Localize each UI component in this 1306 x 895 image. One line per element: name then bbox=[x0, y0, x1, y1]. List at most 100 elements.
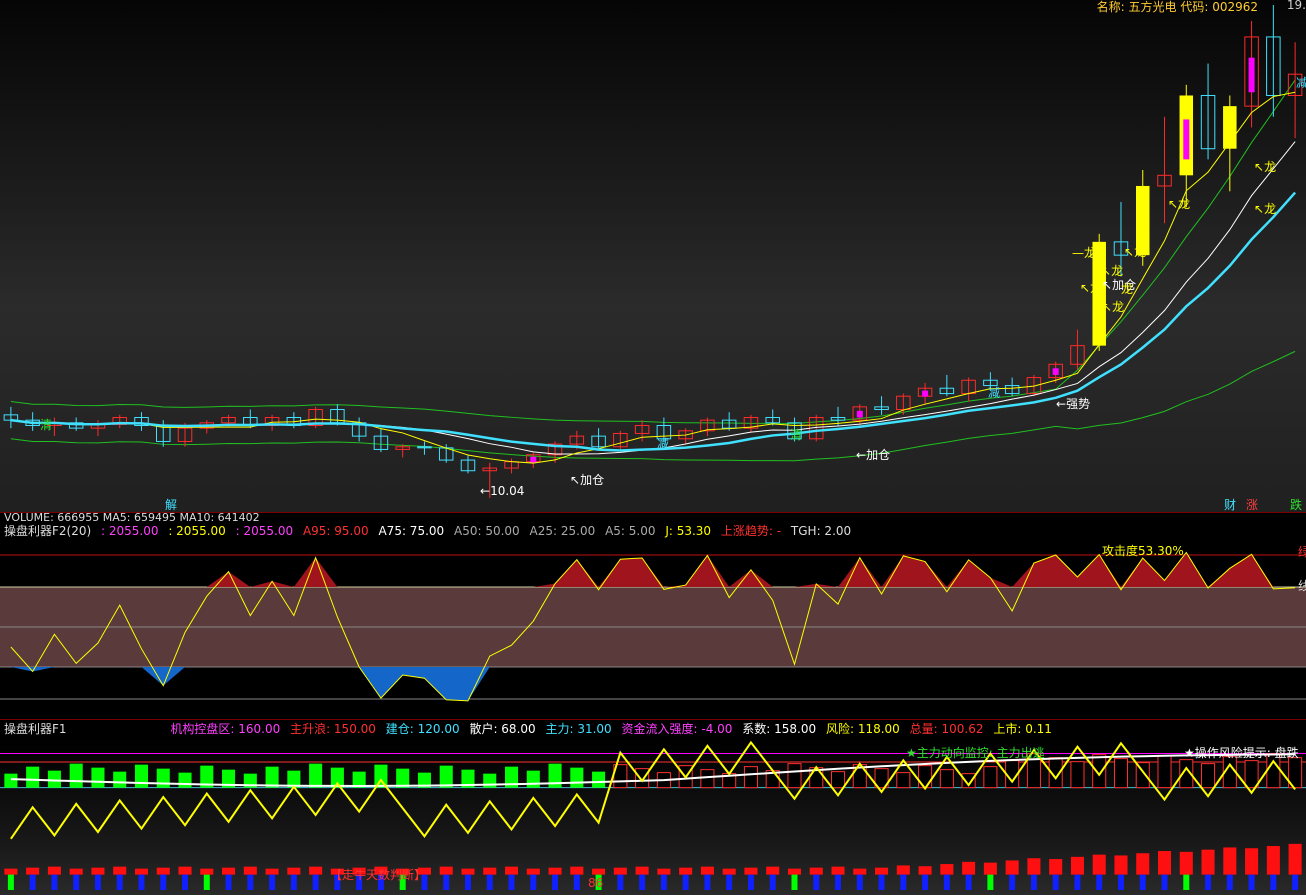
retail-bar bbox=[940, 864, 954, 875]
fund-bar bbox=[113, 771, 127, 788]
side-tag-finance[interactable]: 财 bbox=[1224, 498, 1236, 512]
fund-bar bbox=[134, 764, 149, 788]
main-bar bbox=[1205, 874, 1212, 890]
main-bar bbox=[1074, 874, 1081, 890]
main-bar bbox=[726, 874, 733, 890]
fund-bar bbox=[830, 771, 846, 789]
main-bar bbox=[1226, 874, 1233, 890]
fund-bar bbox=[570, 767, 584, 788]
weak-fill bbox=[0, 667, 1306, 701]
main-bar bbox=[464, 874, 471, 890]
signal-marker bbox=[922, 390, 929, 397]
retail-bar bbox=[47, 866, 61, 875]
f2-oscillator[interactable] bbox=[0, 541, 1306, 719]
main-bar bbox=[486, 874, 493, 890]
fund-bar bbox=[91, 767, 105, 788]
retail-bar bbox=[657, 868, 671, 875]
retail-bar bbox=[983, 862, 997, 875]
f1-risk: 风险: 118.00 bbox=[825, 722, 900, 736]
signal-label: 清 bbox=[790, 428, 803, 442]
signal-marker bbox=[1052, 368, 1059, 375]
retail-bar bbox=[287, 867, 301, 875]
retail-bar bbox=[483, 867, 497, 875]
retail-bar bbox=[504, 866, 519, 875]
price-high-label: 19. bbox=[1286, 0, 1306, 12]
f2-a50: A50: 50.00 bbox=[454, 524, 520, 538]
main-chart-pane[interactable]: 名称: 五方光电 代码: 002962 19. 清 减 清 减 解 ↖加仓 ←加… bbox=[0, 0, 1306, 512]
retail-bar bbox=[26, 867, 40, 875]
signal-marker bbox=[856, 410, 863, 418]
main-bar bbox=[51, 874, 58, 890]
retail-bar bbox=[200, 868, 214, 875]
f2-right-mid-label: 线 bbox=[1298, 579, 1306, 593]
side-tag-rise[interactable]: 涨 bbox=[1246, 498, 1258, 512]
right-edge-label: 减 bbox=[1296, 76, 1306, 90]
f1-total: 总量: 100.62 bbox=[909, 722, 984, 736]
retail-bar bbox=[613, 867, 627, 875]
dragon-label: ↖龙 bbox=[1102, 300, 1125, 314]
retail-bar bbox=[439, 866, 453, 875]
f1-main: 主力: 31.00 bbox=[545, 722, 612, 736]
main-bar bbox=[791, 874, 798, 890]
retail-bar bbox=[1157, 851, 1172, 875]
fund-bar bbox=[26, 766, 40, 788]
main-bar bbox=[813, 874, 820, 890]
retail-bar bbox=[134, 868, 149, 875]
retail-bar bbox=[722, 868, 736, 875]
fund-bar bbox=[4, 773, 18, 788]
fund-bar bbox=[1092, 754, 1107, 789]
fund-bar bbox=[69, 763, 83, 788]
dragon-label: ↖龙 bbox=[1101, 264, 1124, 278]
fund-bar bbox=[526, 770, 540, 788]
fund-bar bbox=[47, 770, 61, 788]
side-tag-fall[interactable]: 跌 bbox=[1290, 498, 1302, 512]
retail-bar bbox=[1179, 851, 1193, 875]
fund-bar bbox=[700, 769, 715, 789]
f1-coef: 系数: 158.00 bbox=[742, 722, 817, 736]
retail-bar bbox=[635, 866, 649, 875]
main-bar bbox=[1270, 874, 1277, 890]
main-bar bbox=[1117, 874, 1124, 890]
retail-bar bbox=[570, 866, 584, 875]
retail-bar bbox=[91, 867, 105, 875]
candlestick-chart[interactable] bbox=[0, 0, 1306, 512]
f1-title: 操盘利器F1 bbox=[4, 722, 67, 736]
retail-bar bbox=[1114, 855, 1128, 875]
main-bar bbox=[900, 874, 907, 890]
main-bar bbox=[138, 874, 145, 890]
main-bar bbox=[943, 874, 950, 890]
f2-indicator-pane[interactable]: 攻击度53.30% 绿 线 bbox=[0, 541, 1306, 719]
fund-bar bbox=[178, 772, 192, 788]
f1-retail: 散户: 68.00 bbox=[469, 722, 536, 736]
main-bar bbox=[1248, 874, 1255, 890]
fund-bar bbox=[309, 763, 323, 788]
main-bar bbox=[443, 874, 450, 890]
main-bar bbox=[704, 874, 711, 890]
f1-indicator-pane[interactable]: ★主力动向监控: 主力出逃 ★操作风险提示: 盘跌 【走牛天数判断】 86 bbox=[0, 740, 1306, 895]
main-bar bbox=[856, 874, 863, 890]
f2-v2: : 2055.00 bbox=[168, 524, 226, 538]
f2-tgh: TGH: 2.00 bbox=[790, 524, 852, 538]
fund-bar bbox=[983, 766, 998, 789]
retail-bar bbox=[1245, 848, 1259, 875]
code-label: 代码: bbox=[1180, 0, 1209, 14]
main-bar bbox=[7, 874, 14, 890]
signal-label: 解 bbox=[165, 498, 178, 512]
retail-bar bbox=[1092, 854, 1106, 875]
f2-a75: A75: 75.00 bbox=[378, 524, 445, 538]
retail-bar bbox=[875, 867, 889, 875]
retail-bar bbox=[156, 867, 170, 875]
stock-header: 名称: 五方光电 代码: 002962 bbox=[1097, 0, 1258, 14]
main-bar bbox=[835, 874, 842, 890]
f1-bar-chart[interactable] bbox=[0, 740, 1306, 895]
retail-bar bbox=[1049, 859, 1063, 875]
fund-bar bbox=[1157, 755, 1172, 789]
dragon-label: ↖龙 bbox=[1254, 202, 1277, 216]
retail-bar bbox=[744, 867, 758, 875]
main-bar bbox=[552, 874, 559, 890]
retail-bar bbox=[831, 866, 845, 875]
f1-build: 建仓: 120.00 bbox=[385, 722, 460, 736]
main-bar bbox=[1161, 874, 1168, 890]
retail-bar bbox=[918, 866, 932, 875]
retail-bar bbox=[1005, 860, 1019, 875]
